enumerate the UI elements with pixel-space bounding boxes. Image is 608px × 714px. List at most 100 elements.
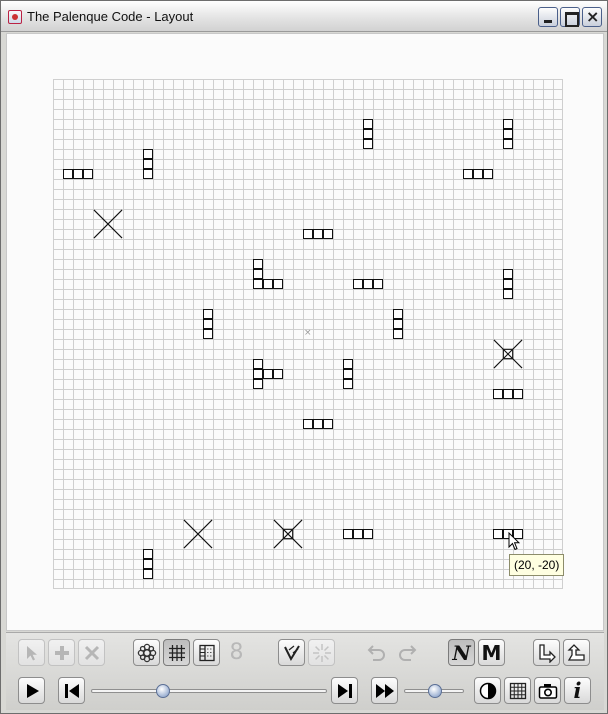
java-app-icon — [8, 10, 22, 24]
piece-cell — [483, 169, 493, 179]
delete-button[interactable] — [78, 639, 105, 666]
piece-cell — [273, 279, 283, 289]
piece-cell — [253, 359, 263, 369]
piece-cell — [253, 269, 263, 279]
maximize-button[interactable] — [560, 7, 580, 27]
dotted-grid-button[interactable] — [193, 639, 220, 666]
letter-n-icon: N — [452, 640, 471, 665]
dotted-grid-icon — [198, 644, 215, 661]
fast-forward-button[interactable] — [371, 677, 398, 704]
grid-toggle-button[interactable] — [163, 639, 190, 666]
rotate-right-button[interactable] — [533, 639, 560, 666]
piece-cell — [253, 279, 263, 289]
piece-cell — [323, 229, 333, 239]
skip-to-end-button[interactable] — [331, 677, 358, 704]
gear-flower-icon — [137, 643, 156, 662]
x-mark-icon — [183, 519, 213, 549]
number-eight-button[interactable]: 8 — [223, 639, 250, 666]
piece-cell — [143, 569, 153, 579]
speed-slider-knob[interactable] — [428, 684, 442, 698]
add-plus-icon — [54, 645, 69, 660]
camera-button[interactable] — [534, 677, 561, 704]
m-mode-button[interactable]: M — [478, 639, 505, 666]
piece-cell — [143, 169, 153, 179]
piece-cell — [313, 229, 323, 239]
select-arrow-icon — [26, 645, 37, 660]
piece-cell — [343, 379, 353, 389]
x-mark-icon — [273, 519, 303, 549]
piece-cell — [273, 369, 283, 379]
letter-m-icon: M — [481, 640, 502, 665]
fast-forward-icon — [375, 683, 394, 698]
contrast-button[interactable] — [474, 677, 501, 704]
piece-cell — [253, 379, 263, 389]
piece-cell — [143, 149, 153, 159]
grid-icon — [168, 644, 185, 661]
piece-cell — [343, 359, 353, 369]
piece-cell — [303, 419, 313, 429]
check-lines-button[interactable] — [278, 639, 305, 666]
piece-cell — [363, 279, 373, 289]
piece-cell — [303, 229, 313, 239]
piece-cell — [473, 169, 483, 179]
play-button[interactable] — [18, 677, 45, 704]
rotate-up-button[interactable] — [563, 639, 590, 666]
piece-cell — [203, 309, 213, 319]
undo-button[interactable] — [363, 639, 390, 666]
piece-cell — [263, 369, 273, 379]
close-icon: × — [586, 7, 600, 26]
piece-cell — [503, 389, 513, 399]
piece-cell — [503, 269, 513, 279]
skip-to-end-icon — [337, 683, 352, 698]
piece-cell — [363, 129, 373, 139]
piece-cell — [343, 369, 353, 379]
piece-cell — [323, 419, 333, 429]
piece-cell — [253, 369, 263, 379]
window-title: The Palenque Code - Layout — [27, 9, 194, 24]
close-button[interactable]: × — [582, 7, 602, 27]
info-icon: i — [573, 678, 582, 703]
minimize-button[interactable] — [538, 7, 558, 27]
piece-cell — [263, 279, 273, 289]
piece-cell — [503, 119, 513, 129]
table-grid-button[interactable] — [504, 677, 531, 704]
piece-cell — [143, 559, 153, 569]
info-button[interactable]: i — [564, 677, 591, 704]
contrast-icon — [479, 682, 496, 699]
piece-cell — [203, 319, 213, 329]
add-button[interactable] — [48, 639, 75, 666]
piece-cell — [393, 319, 403, 329]
timeline-slider[interactable] — [91, 684, 327, 698]
x-mark-icon — [493, 339, 523, 369]
piece-cell — [353, 529, 363, 539]
camera-icon — [538, 683, 557, 699]
sparkle-button[interactable] — [308, 639, 335, 666]
piece-cell — [143, 549, 153, 559]
select-tool-button[interactable] — [18, 639, 45, 666]
board-grid[interactable]: × — [53, 79, 563, 589]
bottom-toolbar: 8 N M i — [6, 632, 604, 710]
piece-cell — [373, 279, 383, 289]
table-grid-icon — [509, 682, 526, 699]
piece-cell — [493, 389, 503, 399]
gear-button[interactable] — [133, 639, 160, 666]
piece-cell — [143, 159, 153, 169]
piece-cell — [493, 529, 503, 539]
piece-cell — [83, 169, 93, 179]
piece-cell — [363, 139, 373, 149]
skip-to-start-button[interactable] — [58, 677, 85, 704]
piece-cell — [363, 529, 373, 539]
skip-to-start-icon — [64, 683, 79, 698]
check-lines-icon — [283, 644, 300, 661]
undo-icon — [367, 644, 385, 661]
piece-cell — [313, 419, 323, 429]
redo-button[interactable] — [393, 639, 420, 666]
n-mode-button[interactable]: N — [448, 639, 475, 666]
piece-cell — [463, 169, 473, 179]
redo-icon — [398, 644, 416, 661]
speed-slider[interactable] — [404, 684, 464, 698]
x-mark-icon — [93, 209, 123, 239]
rotate-up-icon — [566, 643, 585, 661]
title-bar[interactable]: The Palenque Code - Layout × — [1, 1, 607, 32]
timeline-slider-knob[interactable] — [156, 684, 170, 698]
